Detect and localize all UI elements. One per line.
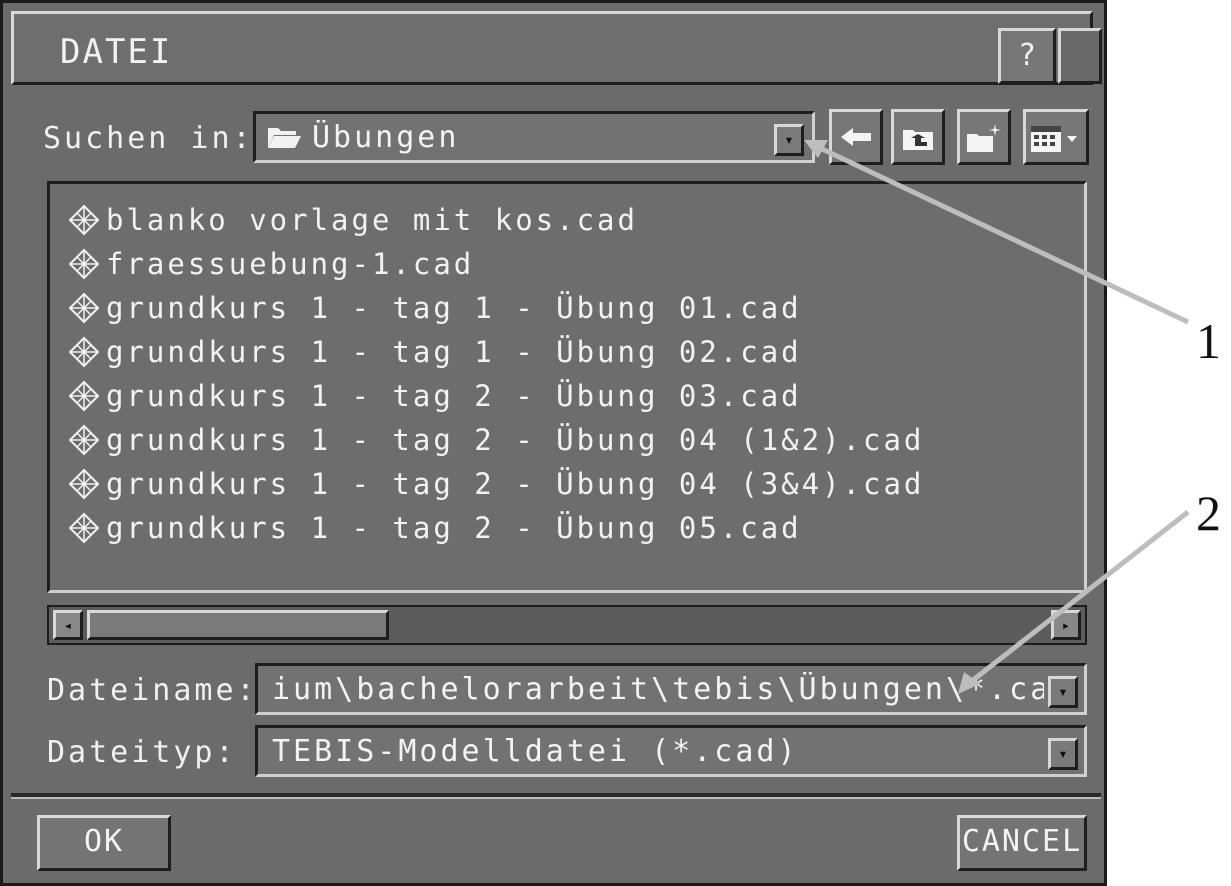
callout-label-2: 2 [1196, 485, 1221, 541]
callout-line-2 [966, 510, 1190, 686]
callout-lines [804, 140, 1190, 694]
callout-label-1: 1 [1196, 313, 1221, 369]
callout-line-1 [818, 145, 1190, 325]
